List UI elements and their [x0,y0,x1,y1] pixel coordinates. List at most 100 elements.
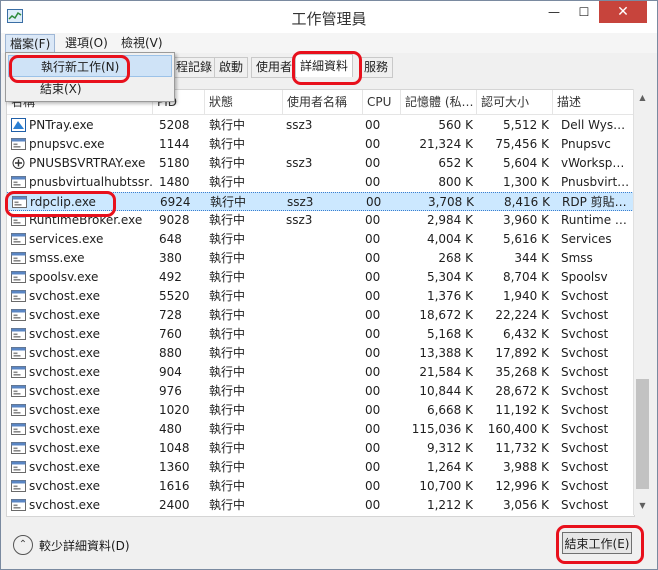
table-row[interactable]: svchost.exe 976 執行中 00 10,844 K 28,672 K Svcho… [7,382,634,401]
table-row[interactable]: pnusbvirtualhubtssr… 1480 執行中 00 800 K 1,300 … [7,173,634,192]
cell-status: 執行中 [209,403,246,417]
cell-memory: 21,584 K [419,365,473,379]
cell-cpu: 00 [365,118,381,132]
table-row[interactable]: svchost.exe 2400 執行中 00 1,212 K 3,056 K Svchos… [7,496,634,515]
cell-user [286,363,366,382]
cell-description: Svchost [561,403,609,417]
table-row[interactable]: RuntimeBroker.exe 9028 執行中 ssz3 00 2,984 K 3,9… [7,211,634,230]
cell-memory: 1,264 K [426,460,473,474]
cell-user [286,135,366,154]
cell-status: 執行中 [209,156,246,170]
cell-cpu: 00 [365,251,381,265]
cell-name: svchost.exe [29,346,100,360]
cell-status: 執行中 [209,498,246,512]
cell-commit: 35,268 K [495,365,549,379]
exit-menu-item[interactable]: 結束(X) [8,78,172,100]
table-row[interactable]: svchost.exe 880 執行中 00 13,388 K 17,892 K Svcho… [7,344,634,363]
cell-status: 執行中 [209,422,246,436]
table-row[interactable]: svchost.exe 1360 執行中 00 1,264 K 3,988 K Svchos… [7,458,634,477]
cell-name: svchost.exe [29,289,100,303]
cell-description: Svchost [561,441,609,455]
cell-memory: 2,984 K [426,213,473,227]
cell-memory: 800 K [438,175,473,189]
table-row[interactable]: svchost.exe 480 執行中 00 115,036 K 160,400 K Svc… [7,420,634,439]
cell-memory: 3,708 K [427,195,474,209]
cell-user [286,344,366,363]
scroll-up-arrow-icon[interactable]: ▲ [634,89,651,106]
cell-memory: 652 K [438,156,473,170]
column-header-memory[interactable]: 記憶體 (私… [401,90,477,114]
column-header-description[interactable]: 描述 [553,90,634,114]
cell-memory: 9,312 K [426,441,473,455]
table-row[interactable]: svchost.exe 728 執行中 00 18,672 K 22,224 K Svcho… [7,306,634,325]
cell-user [286,477,366,496]
column-header-user[interactable]: 使用者名稱 [283,90,363,114]
menu-view[interactable]: 檢視(V) [117,34,167,52]
cell-user [286,173,366,192]
cell-description: Svchost [561,289,609,303]
cell-cpu: 00 [365,498,381,512]
cell-commit: 22,224 K [495,308,549,322]
cell-description: Svchost [561,346,609,360]
cell-status: 執行中 [209,460,246,474]
table-row[interactable]: svchost.exe 1020 執行中 00 6,668 K 11,192 K Svcho… [7,401,634,420]
cell-pid: 1020 [159,403,190,417]
process-icon [11,499,26,511]
cell-commit: 28,672 K [495,384,549,398]
table-row[interactable]: svchost.exe 760 執行中 00 5,168 K 6,432 K Svchost [7,325,634,344]
cell-cpu: 00 [365,289,381,303]
title-bar: 工作管理員 — ☐ ✕ [1,1,657,33]
tab-services[interactable]: 服務 [359,57,394,78]
cell-status: 執行中 [209,232,246,246]
tab-users[interactable]: 使用者 [251,57,298,78]
tab-app-history[interactable]: 程記錄 [171,57,218,78]
maximize-button[interactable]: ☐ [569,1,599,23]
table-row[interactable]: PNUSBSVRTRAY.exe 5180 執行中 ssz3 00 652 K 5,604 … [7,154,634,173]
tab-startup[interactable]: 啟動 [214,57,249,78]
table-row[interactable]: services.exe 648 執行中 00 4,004 K 5,616 K Servic… [7,230,634,249]
process-icon [11,252,26,264]
run-new-task-menu-item[interactable]: 執行新工作(N) [8,55,172,77]
table-row[interactable]: svchost.exe 1616 執行中 00 10,700 K 12,996 K Svch… [7,477,634,496]
cell-status: 執行中 [209,270,246,284]
process-icon [11,271,26,283]
table-row[interactable]: svchost.exe 1048 執行中 00 9,312 K 11,732 K Svcho… [7,439,634,458]
menu-options[interactable]: 選項(O) [61,34,112,52]
scroll-down-arrow-icon[interactable]: ▼ [634,497,651,514]
process-icon [11,290,26,302]
table-row[interactable]: svchost.exe 5520 執行中 00 1,376 K 1,940 K Svchos… [7,287,634,306]
cell-cpu: 00 [365,327,381,341]
end-task-button[interactable]: 結束工作(E) [562,532,632,554]
column-header-status[interactable]: 狀態 [205,90,283,114]
cell-memory: 6,668 K [426,403,473,417]
scroll-thumb[interactable] [636,379,649,489]
process-icon [11,423,26,435]
task-manager-window: 工作管理員 — ☐ ✕ 檔案(F) 選項(O) 檢視(V) 程記錄 啟動 使用者… [0,0,658,570]
table-row[interactable]: rdpclip.exe 6924 執行中 ssz3 00 3,708 K 8,416 K RD… [7,192,634,211]
cell-pid: 904 [159,365,182,379]
cell-pid: 880 [159,346,182,360]
minimize-button[interactable]: — [539,1,569,23]
column-header-commit-label: 認可大小 [481,95,530,109]
table-row[interactable]: smss.exe 380 執行中 00 268 K 344 K Smss [7,249,634,268]
table-row[interactable]: spoolsv.exe 492 執行中 00 5,304 K 8,704 K Spoolsv [7,268,634,287]
table-row[interactable]: svchost.exe 904 執行中 00 21,584 K 35,268 K Svcho… [7,363,634,382]
table-row[interactable]: PNTray.exe 5208 執行中 ssz3 00 560 K 5,512 K Dell … [7,116,634,135]
cell-pid: 1144 [159,137,190,151]
close-button[interactable]: ✕ [599,1,647,23]
column-header-commit[interactable]: 認可大小 [477,90,553,114]
tab-details[interactable]: 詳細資料 [295,54,354,77]
cell-memory: 4,004 K [426,232,473,246]
cell-commit: 1,940 K [502,289,549,303]
menu-bar: 檔案(F) 選項(O) 檢視(V) [1,33,657,54]
process-icon [11,233,26,245]
column-header-cpu[interactable]: CPU [363,90,401,114]
cell-status: 執行中 [209,175,246,189]
cell-name: PNTray.exe [29,118,94,132]
cell-status: 執行中 [209,137,246,151]
menu-file[interactable]: 檔案(F) [5,34,56,54]
process-icon [11,328,26,340]
cell-cpu: 00 [365,175,381,189]
vertical-scrollbar[interactable]: ▲ ▼ [633,89,651,515]
table-row[interactable]: pnupsvc.exe 1144 執行中 00 21,324 K 75,456 K Pnup… [7,135,634,154]
